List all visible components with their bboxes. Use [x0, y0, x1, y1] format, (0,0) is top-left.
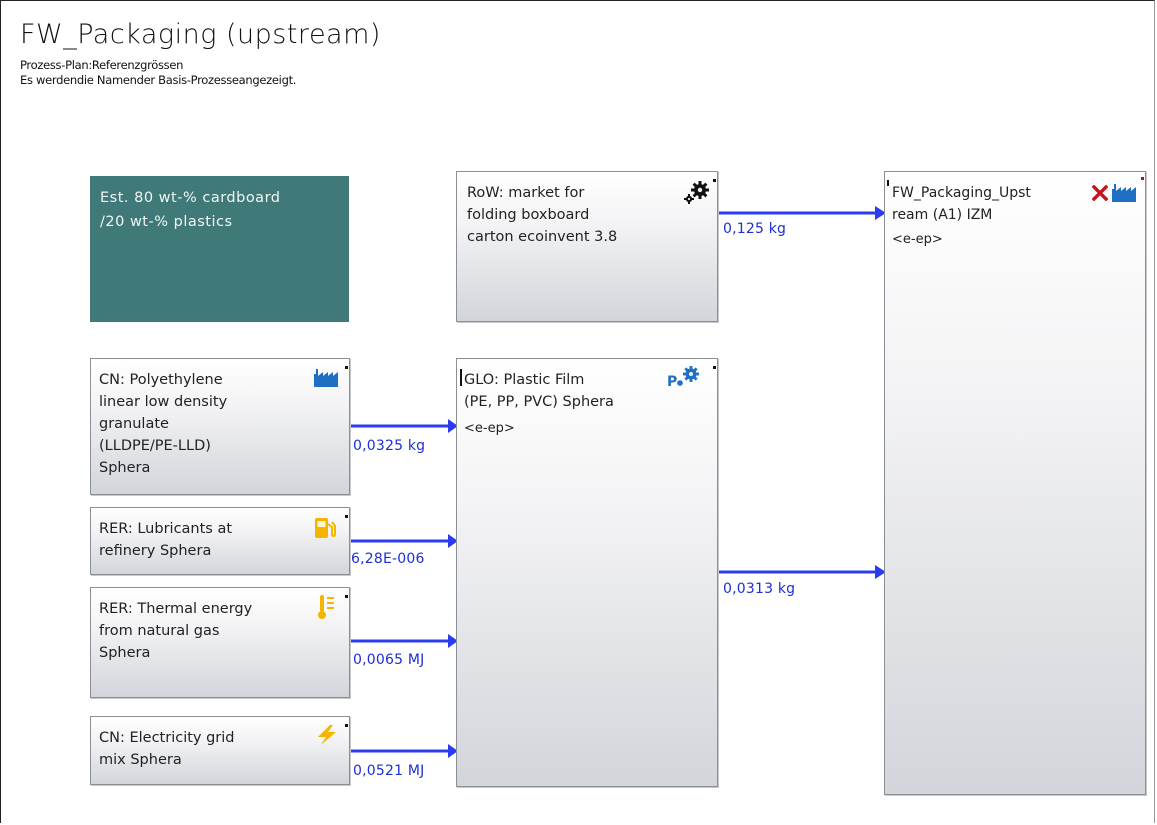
gears-icon [684, 181, 709, 204]
corner-marker [345, 366, 348, 369]
flow-label-elec-film[interactable]: 0,0521 MJ [353, 763, 424, 779]
process-label: RoW: market for folding boxboard carton … [467, 185, 618, 245]
process-fw-packaging-upstream[interactable]: FW_Packaging_Upst ream (A1) IZM <e-ep> [884, 171, 1146, 795]
factory-icon [1112, 184, 1136, 202]
corner-marker [345, 595, 348, 598]
process-lubricants[interactable]: RER: Lubricants at refinery Sphera [90, 507, 350, 575]
process-electricity[interactable]: CN: Electricity grid mix Sphera [90, 716, 350, 785]
corner-marker [345, 724, 348, 727]
process-market-boxboard[interactable]: RoW: market for folding boxboard carton … [456, 171, 718, 322]
thermometer-icon [318, 595, 334, 619]
process-tag: <e-ep> [892, 232, 943, 247]
process-tag: <e-ep> [464, 421, 515, 436]
process-label: CN: Polyethylene linear low density gran… [99, 372, 228, 476]
corner-marker-red [1141, 177, 1144, 180]
process-thermal-energy[interactable]: RER: Thermal energy from natural gas Sph… [90, 587, 350, 698]
x-icon [1092, 185, 1108, 201]
process-label: RER: Thermal energy from natural gas Sph… [99, 601, 253, 661]
flow-label-pe-film[interactable]: 0,0325 kg [353, 438, 425, 454]
svg-text:P: P [667, 374, 677, 388]
flow-label-thermal-film[interactable]: 0,0065 MJ [353, 652, 424, 668]
process-label: RER: Lubricants at refinery Sphera [99, 521, 233, 559]
p-gear-icon: P [667, 366, 699, 388]
corner-marker [345, 515, 348, 518]
process-plastic-film[interactable]: GLO: Plastic Film (PE, PP, PVC) Sphera <… [456, 358, 718, 787]
process-label: CN: Electricity grid mix Sphera [99, 730, 235, 768]
annotation-note[interactable]: Est. 80 wt-% cardboard /20 wt-% plastics [90, 176, 349, 322]
process-label: GLO: Plastic Film (PE, PP, PVC) Sphera [464, 372, 614, 410]
annotation-note-text: Est. 80 wt-% cardboard /20 wt-% plastics [100, 190, 281, 230]
corner-marker [460, 369, 462, 386]
flow-label-lub-film[interactable]: 6,28E-006 [351, 551, 425, 567]
process-polyethylene[interactable]: CN: Polyethylene linear low density gran… [90, 358, 350, 495]
process-label: FW_Packaging_Upst ream (A1) IZM [892, 185, 1031, 223]
corner-marker [713, 366, 716, 369]
fuel-pump-icon [315, 518, 336, 538]
flow-label-film-fw[interactable]: 0,0313 kg [723, 581, 795, 597]
factory-icon [314, 369, 338, 387]
flow-label-boxboard-fw[interactable]: 0,125 kg [723, 221, 786, 237]
corner-marker [713, 179, 716, 182]
lightning-icon [318, 725, 336, 745]
corner-marker [887, 180, 889, 186]
